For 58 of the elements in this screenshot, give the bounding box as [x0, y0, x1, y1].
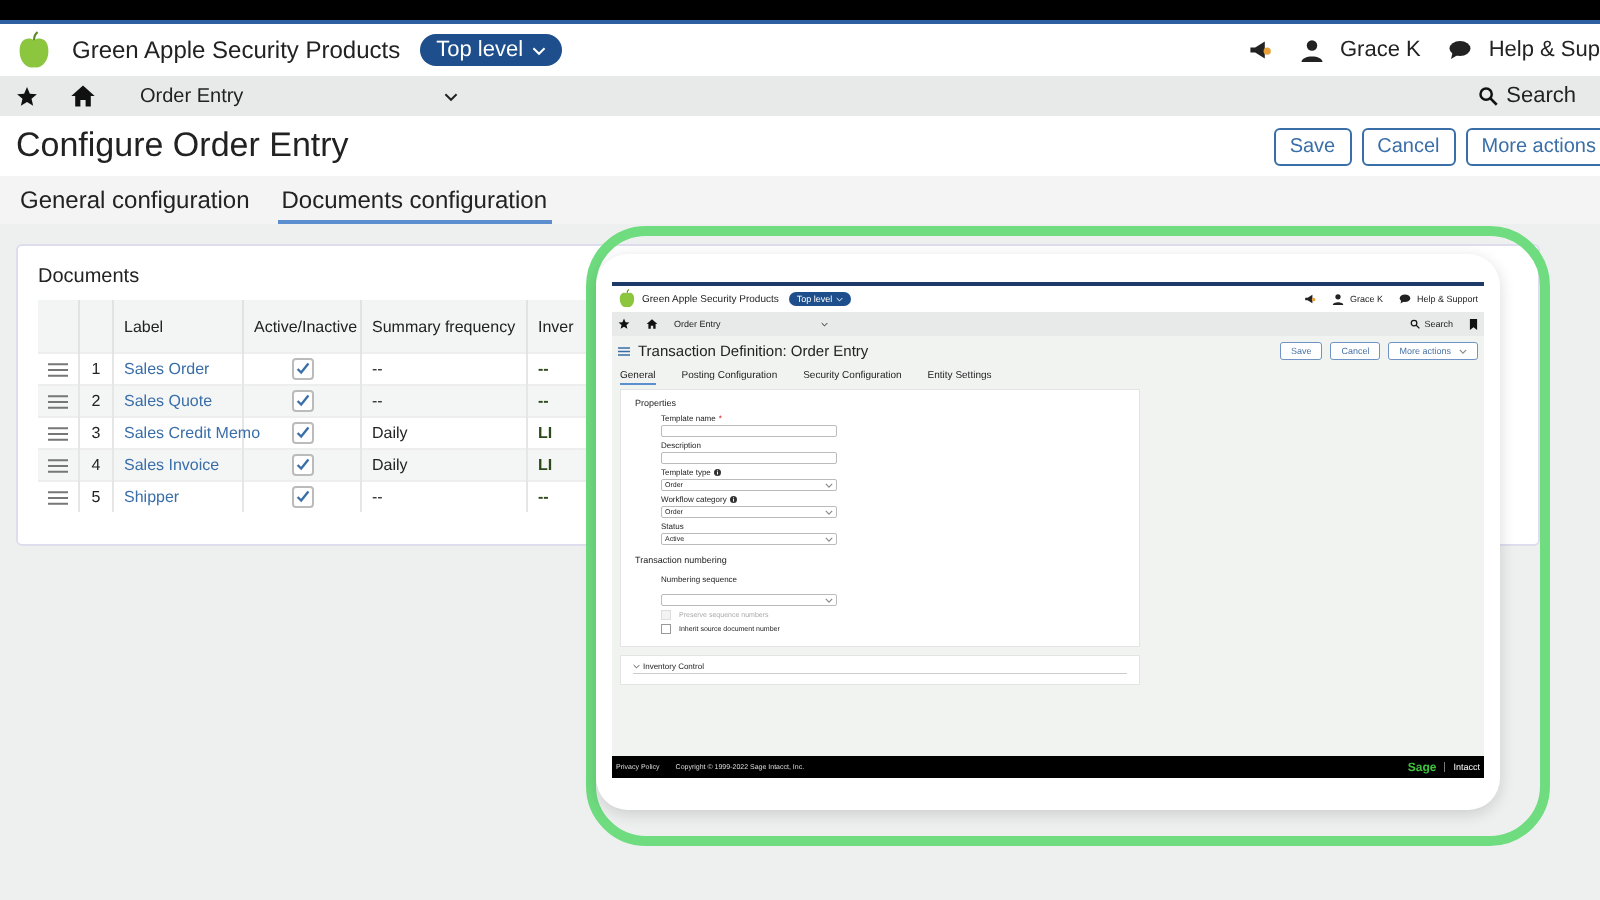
- info-icon: [713, 469, 721, 476]
- input-field[interactable]: [661, 425, 837, 437]
- megaphone-icon[interactable]: [1303, 293, 1316, 305]
- menu-icon[interactable]: [618, 346, 630, 356]
- apple-logo-icon: [16, 29, 52, 71]
- checkbox[interactable]: [291, 358, 313, 380]
- row-number: 4: [79, 449, 113, 481]
- column-header: Label: [113, 300, 243, 353]
- megaphone-icon[interactable]: [1247, 38, 1272, 62]
- tab[interactable]: General configuration: [20, 186, 250, 224]
- checkbox[interactable]: [291, 422, 313, 444]
- drag-handle-icon[interactable]: [48, 489, 68, 505]
- info-icon: [729, 496, 737, 503]
- home-icon[interactable]: [70, 84, 96, 108]
- company-name: Green Apple Security Products: [72, 36, 401, 64]
- module-dropdown[interactable]: Order Entry: [140, 85, 458, 107]
- checkbox[interactable]: [661, 624, 671, 634]
- action-button[interactable]: More actions: [1465, 127, 1600, 165]
- section-title: Documents: [38, 266, 142, 288]
- star-icon[interactable]: [618, 318, 630, 330]
- action-button[interactable]: Cancel: [1361, 127, 1456, 165]
- document-link[interactable]: Shipper: [124, 488, 180, 506]
- document-link[interactable]: Sales Credit Memo: [124, 424, 261, 442]
- checkbox[interactable]: [291, 390, 313, 412]
- bookmark-icon[interactable]: [1469, 318, 1478, 330]
- table-cell: --: [361, 385, 527, 417]
- column-header: Active/Inactive: [243, 300, 361, 353]
- drag-handle-icon[interactable]: [48, 457, 68, 473]
- apple-logo-icon: [618, 289, 636, 309]
- drag-handle-icon[interactable]: [48, 361, 68, 377]
- user-icon: [1331, 293, 1344, 305]
- row-number: 2: [79, 385, 113, 417]
- caret-icon: [531, 45, 546, 55]
- action-button[interactable]: Save: [1273, 127, 1352, 165]
- checkbox[interactable]: [291, 486, 313, 508]
- column-header: Summary frequency: [361, 300, 527, 353]
- drag-handle-icon[interactable]: [48, 393, 68, 409]
- star-icon[interactable]: [16, 85, 38, 107]
- tab[interactable]: Documents configuration: [277, 186, 551, 224]
- search-button[interactable]: Search: [1478, 84, 1576, 108]
- search-icon: [1478, 86, 1499, 106]
- table-cell: Daily: [361, 449, 527, 481]
- checkbox[interactable]: [291, 454, 313, 476]
- select-field[interactable]: [661, 594, 837, 606]
- user-name[interactable]: Grace K: [1339, 38, 1421, 62]
- level-dropdown[interactable]: Top level: [420, 34, 562, 66]
- help-link[interactable]: Help & Sup: [1488, 38, 1600, 62]
- home-icon[interactable]: [646, 318, 658, 330]
- document-link[interactable]: Sales Order: [124, 360, 210, 378]
- chat-icon[interactable]: [1398, 293, 1411, 305]
- row-number: 5: [79, 481, 113, 512]
- chat-icon[interactable]: [1448, 38, 1473, 62]
- user-icon: [1299, 38, 1324, 62]
- drag-handle-icon[interactable]: [48, 425, 68, 441]
- table-cell: --: [361, 481, 527, 512]
- page-title: Configure Order Entry: [16, 126, 349, 166]
- input-field[interactable]: [661, 452, 837, 464]
- caret-icon: [443, 91, 458, 101]
